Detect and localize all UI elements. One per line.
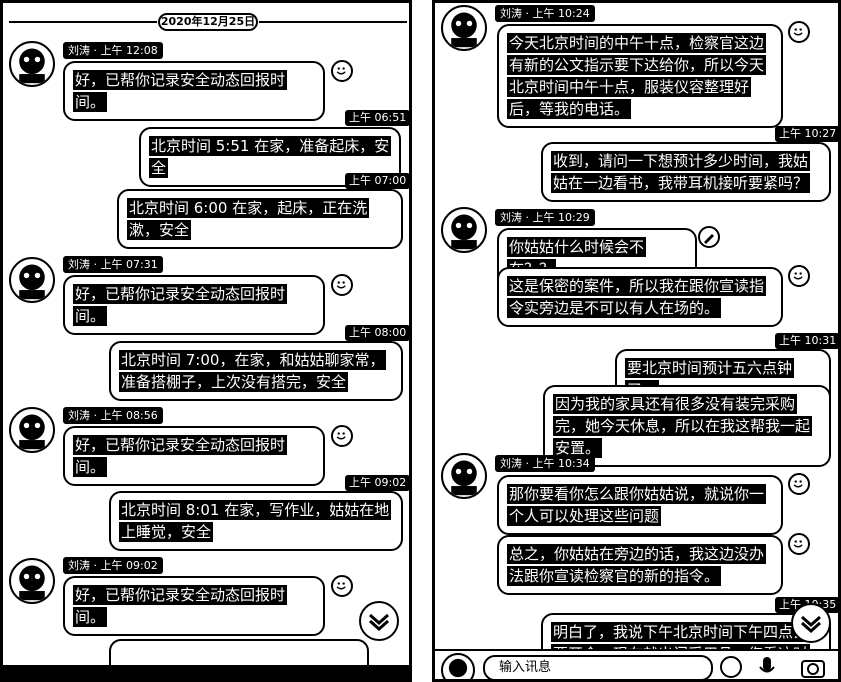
message-bubble[interactable]: 好，已帮你记录安全动态回报时间。 bbox=[63, 275, 325, 335]
message-bubble[interactable]: 那你要看你怎么跟你姑姑说，就说你一个人可以处理这些问题 bbox=[497, 475, 783, 535]
message-bubble[interactable]: 这是保密的案件，所以我在跟你宣读指令实旁边是不可以有人在场的。 bbox=[497, 267, 783, 327]
message-bubble[interactable]: 北京时间 7:00，在家，和姑姑聊家常，准备搭棚子，上次没有搭完，安全 bbox=[109, 341, 403, 401]
smiley-icon[interactable] bbox=[788, 533, 810, 555]
mic-icon[interactable] bbox=[753, 654, 781, 680]
panel-gap bbox=[412, 0, 432, 682]
avatar[interactable] bbox=[9, 41, 55, 87]
message-time: 上午 09:02 bbox=[345, 475, 409, 491]
smiley-icon[interactable] bbox=[788, 265, 810, 287]
smiley-icon[interactable] bbox=[788, 21, 810, 43]
sender-name: 刘涛 · 上午 09:02 bbox=[63, 557, 163, 574]
message-time: 上午 07:00 bbox=[345, 173, 409, 189]
sender-name: 刘涛 · 上午 12:08 bbox=[63, 42, 163, 59]
avatar[interactable] bbox=[9, 257, 55, 303]
smiley-icon[interactable] bbox=[331, 60, 353, 82]
avatar[interactable] bbox=[441, 207, 487, 253]
sender-name: 刘涛 · 上午 10:34 bbox=[495, 455, 595, 472]
scroll-down-button[interactable] bbox=[359, 601, 399, 641]
scroll-down-button[interactable] bbox=[791, 603, 831, 643]
chevron-down-icon bbox=[801, 615, 821, 634]
message-bubble[interactable]: 好，已帮你记录安全动态回报时间。 bbox=[63, 61, 325, 121]
divider-line bbox=[9, 21, 157, 23]
sender-name: 刘涛 · 上午 10:29 bbox=[495, 209, 595, 226]
avatar[interactable] bbox=[9, 558, 55, 604]
smiley-icon[interactable] bbox=[331, 575, 353, 597]
avatar[interactable] bbox=[9, 407, 55, 453]
message-bubble[interactable]: 总之，你姑姑在旁边的话，我这边没办法跟你宣读检察官的新的指令。 bbox=[497, 535, 783, 595]
smiley-icon[interactable] bbox=[717, 654, 745, 680]
message-bubble[interactable]: 北京时间 8:01 在家，写作业，姑姑在地上睡觉，安全 bbox=[109, 491, 403, 551]
avatar[interactable] bbox=[441, 453, 487, 499]
message-bubble[interactable]: 北京时间 6:00 在家，起床，正在洗漱，安全 bbox=[117, 189, 403, 249]
avatar[interactable] bbox=[441, 5, 487, 51]
avatar[interactable] bbox=[441, 653, 475, 679]
pen-icon[interactable] bbox=[697, 225, 721, 249]
chevron-down-icon bbox=[369, 613, 389, 632]
message-input-bar: 输入讯息 bbox=[435, 649, 838, 679]
chat-panel-right[interactable]: 刘涛 · 上午 10:24 今天北京时间的中午十点，检察官这边有新的公文指示要下… bbox=[432, 0, 841, 682]
chat-panel-left[interactable]: 2020年12月25日 刘涛 · 上午 12:08 好，已帮你记录安全动态回报时… bbox=[0, 0, 412, 682]
message-bubble[interactable]: 好，已帮你记录安全动态回报时间。 bbox=[63, 576, 325, 636]
date-divider: 2020年12月25日 bbox=[158, 13, 258, 31]
message-time: 上午 10:27 bbox=[775, 126, 838, 142]
message-time: 上午 10:31 bbox=[775, 333, 838, 349]
message-time: 上午 06:51 bbox=[345, 110, 409, 126]
sender-name: 刘涛 · 上午 10:24 bbox=[495, 5, 595, 22]
sender-name: 刘涛 · 上午 07:31 bbox=[63, 256, 163, 273]
camera-icon[interactable] bbox=[799, 654, 827, 680]
message-input[interactable]: 输入讯息 bbox=[483, 655, 713, 679]
sender-name: 刘涛 · 上午 08:56 bbox=[63, 407, 163, 424]
message-bubble[interactable]: 好，已帮你记录安全动态回报时间。 bbox=[63, 426, 325, 486]
message-time: 上午 08:00 bbox=[345, 325, 409, 341]
smiley-icon[interactable] bbox=[331, 274, 353, 296]
bottom-edge bbox=[3, 665, 409, 679]
divider-line bbox=[259, 21, 407, 23]
smiley-icon[interactable] bbox=[788, 473, 810, 495]
smiley-icon[interactable] bbox=[331, 425, 353, 447]
message-bubble[interactable]: 收到，请问一下想预计多少时间，我姑姑在一边看书，我带耳机接听要紧吗？ bbox=[541, 142, 831, 202]
message-bubble[interactable]: 今天北京时间的中午十点，检察官这边有新的公文指示要下达给你，所以今天北京时间中午… bbox=[497, 24, 783, 128]
